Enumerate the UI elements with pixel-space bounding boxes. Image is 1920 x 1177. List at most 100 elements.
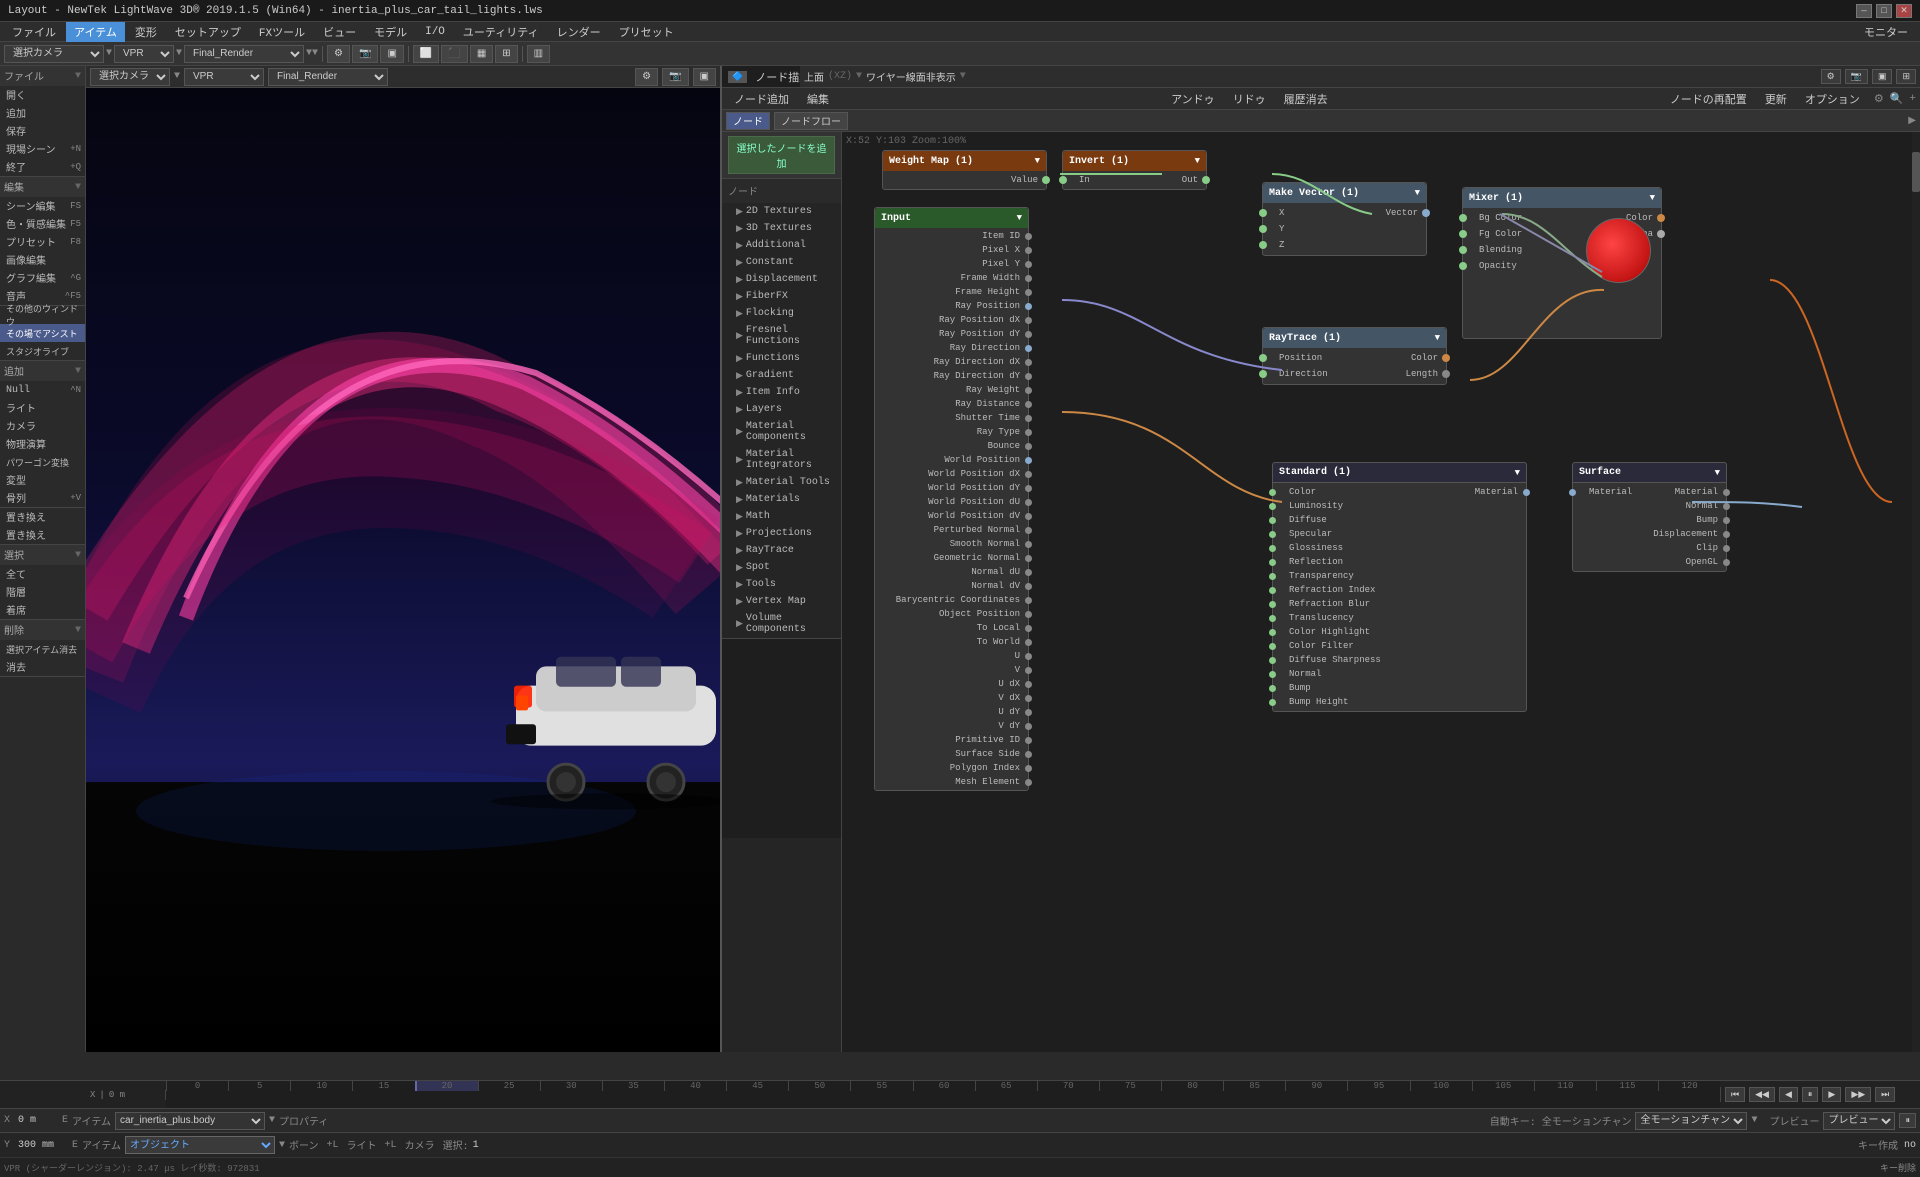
rt-dir-in[interactable] — [1259, 370, 1267, 378]
viewport-output-select[interactable]: Final_Render — [268, 68, 388, 86]
node-menu-redo[interactable]: リドゥ — [1225, 89, 1274, 109]
input-toworld-port[interactable] — [1025, 639, 1032, 646]
category-material-tools[interactable]: ▶ Material Tools — [722, 474, 841, 491]
category-displacement[interactable]: ▶ Displacement — [722, 271, 841, 288]
category-tools[interactable]: ▶ Tools — [722, 576, 841, 593]
input-raydirdy-port[interactable] — [1025, 373, 1032, 380]
open-btn[interactable]: 開く — [0, 86, 85, 104]
category-functions[interactable]: ▶ Functions — [722, 350, 841, 367]
preview-select[interactable]: プレビュー — [1823, 1112, 1895, 1130]
input-rayposity-port[interactable] — [1025, 331, 1032, 338]
weightmap-node[interactable]: Weight Map (1) ▼ Value — [882, 150, 1047, 190]
menu-file[interactable]: ファイル — [4, 22, 64, 42]
input-raydir-port[interactable] — [1025, 345, 1032, 352]
input-worldposdy-port[interactable] — [1025, 485, 1032, 492]
rt-pos-in[interactable] — [1259, 354, 1267, 362]
playback-start[interactable]: ⏮ — [1725, 1087, 1745, 1102]
mixer-dropdown[interactable]: ▼ — [1650, 193, 1655, 203]
maximize-button[interactable]: □ — [1876, 4, 1892, 18]
save-btn[interactable]: 保存 — [0, 122, 85, 140]
raytrace-node[interactable]: RayTrace (1) ▼ Position Color Direction — [1262, 327, 1447, 385]
input-raydist-port[interactable] — [1025, 401, 1032, 408]
input-udx-port[interactable] — [1025, 681, 1032, 688]
menu-fxtool[interactable]: FXツール — [251, 22, 313, 42]
delete-selected-btn[interactable]: 選択アイテム消去 — [0, 640, 85, 658]
input-meshelem-port[interactable] — [1025, 779, 1032, 786]
rt-length-out[interactable] — [1442, 370, 1450, 378]
powergon-btn[interactable]: パワーゴン変換 — [0, 453, 85, 471]
std-bumpheight-in[interactable] — [1269, 699, 1276, 706]
input-objpos-port[interactable] — [1025, 611, 1032, 618]
node-menu-options[interactable]: オプション — [1797, 89, 1868, 109]
viewport-camera-select[interactable]: 選択カメラ — [90, 68, 170, 86]
playback-prev[interactable]: ◀◀ — [1749, 1087, 1775, 1102]
viewport-extra-btn[interactable]: ▣ — [693, 68, 716, 86]
null-btn[interactable]: Null^N — [0, 381, 85, 399]
input-worldposdu-port[interactable] — [1025, 499, 1032, 506]
surf-clip-out[interactable] — [1723, 545, 1730, 552]
new-scene-btn[interactable]: 現場シーン+N — [0, 140, 85, 158]
graph-edit-btn[interactable]: グラフ編集^G — [0, 269, 85, 287]
category-material-integrators[interactable]: ▶ Material Integrators — [722, 446, 841, 474]
scene-edit-btn[interactable]: シーン編集FS — [0, 197, 85, 215]
input-raydirdx-port[interactable] — [1025, 359, 1032, 366]
std-spec-in[interactable] — [1269, 531, 1276, 538]
light-btn[interactable]: ライト — [0, 399, 85, 417]
raytrace-dropdown[interactable]: ▼ — [1435, 333, 1440, 343]
input-worldposdv-port[interactable] — [1025, 513, 1032, 520]
input-barycoords-port[interactable] — [1025, 597, 1032, 604]
playback-pause[interactable]: ⏸ — [1802, 1087, 1819, 1102]
category-projections[interactable]: ▶ Projections — [722, 525, 841, 542]
layout-btn-1[interactable]: ⬜ — [413, 45, 439, 63]
category-constant[interactable]: ▶ Constant — [722, 254, 841, 271]
weightmap-value-port[interactable] — [1042, 176, 1050, 184]
mv-y-in[interactable] — [1259, 225, 1267, 233]
layout-btn-4[interactable]: ⊞ — [495, 45, 517, 63]
select-all-btn[interactable]: 全て — [0, 565, 85, 583]
category-additional[interactable]: ▶ Additional — [722, 237, 841, 254]
input-worldpos-port[interactable] — [1025, 457, 1032, 464]
menu-utility[interactable]: ユーティリティ — [455, 22, 547, 42]
node-menu-edit[interactable]: 編集 — [799, 89, 837, 109]
surf-displacement-out[interactable] — [1723, 531, 1730, 538]
rt-color-out[interactable] — [1442, 354, 1450, 362]
node-tab-flow[interactable]: ノードフロー — [774, 112, 848, 130]
node-canvas[interactable]: X:52 Y:103 Zoom:100% — [842, 132, 1920, 1052]
std-lum-in[interactable] — [1269, 503, 1276, 510]
input-shutter-port[interactable] — [1025, 415, 1032, 422]
input-u-port[interactable] — [1025, 653, 1032, 660]
input-bounce-port[interactable] — [1025, 443, 1032, 450]
invert-in-port[interactable] — [1059, 176, 1067, 184]
camera-btn[interactable]: 📷 — [352, 45, 378, 63]
canvas-scrollbar-v[interactable] — [1912, 132, 1920, 1052]
input-vdy-port[interactable] — [1025, 723, 1032, 730]
input-dropdown[interactable]: ▼ — [1017, 213, 1022, 223]
input-normaldu-port[interactable] — [1025, 569, 1032, 576]
standard-dropdown[interactable]: ▼ — [1515, 468, 1520, 478]
canvas-scrollbar-thumb[interactable] — [1912, 152, 1920, 192]
assist-btn[interactable]: その場でアシスト — [0, 324, 85, 342]
menu-io[interactable]: I/O — [417, 24, 453, 40]
menu-preset[interactable]: プリセット — [611, 22, 682, 42]
render-btn[interactable]: ▣ — [380, 45, 403, 63]
makevector-dropdown[interactable]: ▼ — [1415, 188, 1420, 198]
input-pixelx-port[interactable] — [1025, 247, 1032, 254]
input-pertnormal-port[interactable] — [1025, 527, 1032, 534]
category-raytrace[interactable]: ▶ RayTrace — [722, 542, 841, 559]
category-fiberfx[interactable]: ▶ FiberFX — [722, 288, 841, 305]
std-normal-in[interactable] — [1269, 671, 1276, 678]
menu-render[interactable]: レンダー — [549, 22, 609, 42]
input-vdx-port[interactable] — [1025, 695, 1032, 702]
studio-live-btn[interactable]: スタジオライブ — [0, 342, 85, 360]
input-frameheight-port[interactable] — [1025, 289, 1032, 296]
input-geonormal-port[interactable] — [1025, 555, 1032, 562]
playback-back[interactable]: ◀ — [1779, 1087, 1798, 1102]
other-windows-btn[interactable]: その他のウィンドウ — [0, 306, 85, 324]
category-fresnel[interactable]: ▶ Fresnel Functions — [722, 322, 841, 350]
category-item-info[interactable]: ▶ Item Info — [722, 384, 841, 401]
category-gradient[interactable]: ▶ Gradient — [722, 367, 841, 384]
makevector-node[interactable]: Make Vector (1) ▼ X Vector Y — [1262, 182, 1427, 256]
menu-help[interactable]: モニター — [1856, 22, 1916, 42]
surf-bump-out[interactable] — [1723, 517, 1730, 524]
category-volume-components[interactable]: ▶ Volume Components — [722, 610, 841, 638]
